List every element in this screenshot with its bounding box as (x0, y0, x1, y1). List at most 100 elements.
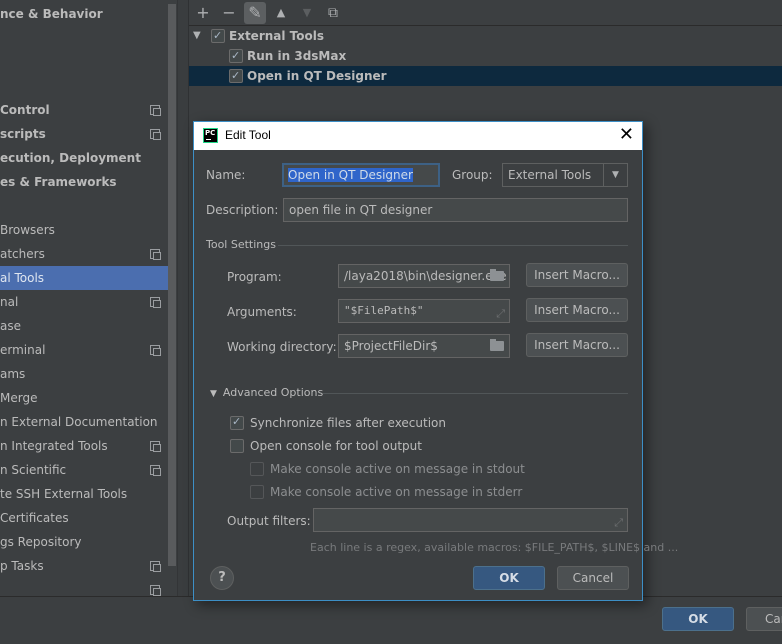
sidebar-item-label: Browsers (0, 223, 55, 237)
sidebar-item[interactable]: atchers (0, 242, 168, 266)
pencil-icon: ✎ (248, 3, 262, 22)
project-level-icon (150, 249, 161, 260)
project-level-icon (150, 129, 161, 140)
arguments-label: Arguments: (227, 305, 297, 319)
working-directory-input[interactable]: $ProjectFileDir$ (338, 334, 510, 358)
dialog-ok-button[interactable]: OK (473, 566, 545, 590)
output-filters-input[interactable]: ⤢ (313, 508, 628, 532)
sidebar-divider[interactable] (177, 0, 188, 596)
dialog-titlebar[interactable]: PC Edit Tool ✕ (194, 122, 642, 150)
tree-item-selected[interactable]: Open in QT Designer (189, 66, 782, 86)
sidebar-scrollbar[interactable] (168, 4, 176, 566)
sync-files-checkbox[interactable] (230, 413, 244, 431)
expand-icon[interactable]: ⤢ (496, 303, 505, 322)
section-divider (278, 245, 628, 246)
close-icon[interactable]: ✕ (619, 124, 634, 146)
dialog-title: Edit Tool (225, 128, 271, 142)
description-input[interactable]: open file in QT designer (283, 198, 628, 222)
project-level-icon (150, 465, 161, 476)
copy-tool-button[interactable]: ⧉ (322, 2, 344, 24)
add-tool-button[interactable]: + (192, 2, 214, 24)
dialog-cancel-button[interactable]: Cancel (557, 566, 629, 590)
arguments-insert-macro-button[interactable]: Insert Macro... (526, 298, 628, 322)
edit-tool-button[interactable]: ✎ (244, 2, 266, 24)
group-label: Group: (452, 168, 493, 182)
tool-checkbox[interactable] (229, 66, 243, 86)
sidebar-item[interactable]: Control (0, 98, 168, 122)
settings-cancel-button[interactable]: Car (746, 607, 782, 631)
sidebar-item[interactable]: p Tasks (0, 554, 168, 578)
sidebar-item-label: gs Repository (0, 535, 82, 549)
open-console-checkbox[interactable] (230, 439, 244, 453)
arguments-input[interactable]: "$FilePath$" ⤢ (338, 299, 510, 323)
minus-icon: − (222, 3, 236, 22)
sidebar-item-label: ase (0, 319, 21, 333)
sync-files-label: Synchronize files after execution (250, 416, 446, 430)
working-directory-value: $ProjectFileDir$ (344, 339, 438, 353)
advanced-options-toggle[interactable]: ▼ Advanced Options (210, 386, 323, 399)
help-button[interactable]: ? (210, 566, 234, 590)
group-checkbox[interactable] (211, 26, 225, 46)
sidebar-item[interactable]: ams (0, 362, 168, 386)
sidebar-item-label: nal (0, 295, 19, 309)
arrow-down-icon: ▼ (302, 6, 312, 19)
tool-label: Open in QT Designer (247, 69, 387, 83)
tree-item[interactable]: Run in 3dsMax (189, 46, 782, 66)
copy-icon: ⧉ (328, 5, 338, 21)
stdout-active-checkbox[interactable] (250, 462, 264, 476)
working-directory-insert-macro-button[interactable]: Insert Macro... (526, 333, 628, 357)
folder-icon[interactable] (490, 339, 504, 351)
chevron-down-icon[interactable]: ▼ (603, 164, 627, 186)
sidebar-item[interactable]: es & Frameworks (0, 170, 168, 194)
open-console-label: Open console for tool output (250, 439, 422, 453)
group-label: External Tools (229, 29, 324, 43)
sidebar-item[interactable]: n External Documentation (0, 410, 168, 434)
sidebar-item[interactable]: erminal (0, 338, 168, 362)
advanced-options-title: Advanced Options (222, 386, 324, 399)
move-up-button[interactable]: ▲ (270, 2, 292, 24)
sidebar-item[interactable] (0, 578, 168, 596)
sidebar-item[interactable]: n Scientific (0, 458, 168, 482)
settings-window: nce & Behavior Control scripts ecution, Dep… (0, 0, 782, 644)
sidebar-item[interactable]: n Integrated Tools (0, 434, 168, 458)
group-combobox[interactable]: External Tools ▼ (502, 163, 628, 187)
program-insert-macro-button[interactable]: Insert Macro... (526, 263, 628, 287)
move-down-button[interactable]: ▼ (296, 2, 318, 24)
sidebar-item-label: n Scientific (0, 463, 67, 477)
sidebar-item[interactable]: gs Repository (0, 530, 168, 554)
sidebar-item[interactable]: te SSH External Tools (0, 482, 168, 506)
sidebar-item[interactable]: al Tools (0, 266, 168, 290)
folder-icon[interactable] (490, 269, 504, 281)
sidebar-item[interactable]: Certificates (0, 506, 168, 530)
project-level-icon (150, 561, 161, 572)
tree-group-external-tools[interactable]: ▼ External Tools (189, 26, 782, 46)
sidebar-item[interactable]: nal (0, 290, 168, 314)
output-filters-label: Output filters: (227, 514, 311, 528)
sidebar-item[interactable]: ecution, Deployment (0, 146, 168, 170)
sidebar-item-label: nce & Behavior (0, 7, 103, 21)
plus-icon: + (196, 3, 210, 22)
expand-icon[interactable]: ⤢ (614, 512, 623, 531)
sidebar-item[interactable]: Merge (0, 386, 168, 410)
tool-checkbox[interactable] (229, 46, 243, 66)
sidebar-item[interactable]: nce & Behavior (0, 2, 168, 26)
remove-tool-button[interactable]: − (218, 2, 240, 24)
settings-ok-button[interactable]: OK (662, 607, 734, 631)
project-level-icon (150, 441, 161, 452)
tool-settings-title: Tool Settings (206, 238, 276, 251)
program-input[interactable]: /laya2018\bin\designer.exe (338, 264, 510, 288)
project-level-icon (150, 105, 161, 116)
sidebar-item[interactable]: Browsers (0, 218, 168, 242)
tool-label: Run in 3dsMax (247, 49, 347, 63)
expand-arrow-icon[interactable]: ▼ (193, 26, 201, 46)
program-value: /laya2018\bin\designer.exe (344, 269, 507, 283)
description-label: Description: (206, 203, 279, 217)
sidebar-item[interactable]: ase (0, 314, 168, 338)
description-value: open file in QT designer (289, 203, 433, 217)
program-label: Program: (227, 270, 282, 284)
stderr-active-checkbox[interactable] (250, 485, 264, 499)
name-input[interactable]: Open in QT Designer (282, 163, 440, 187)
settings-sidebar: nce & Behavior Control scripts ecution, Dep… (0, 0, 177, 596)
sidebar-item-label: scripts (0, 127, 46, 141)
sidebar-item[interactable]: scripts (0, 122, 168, 146)
